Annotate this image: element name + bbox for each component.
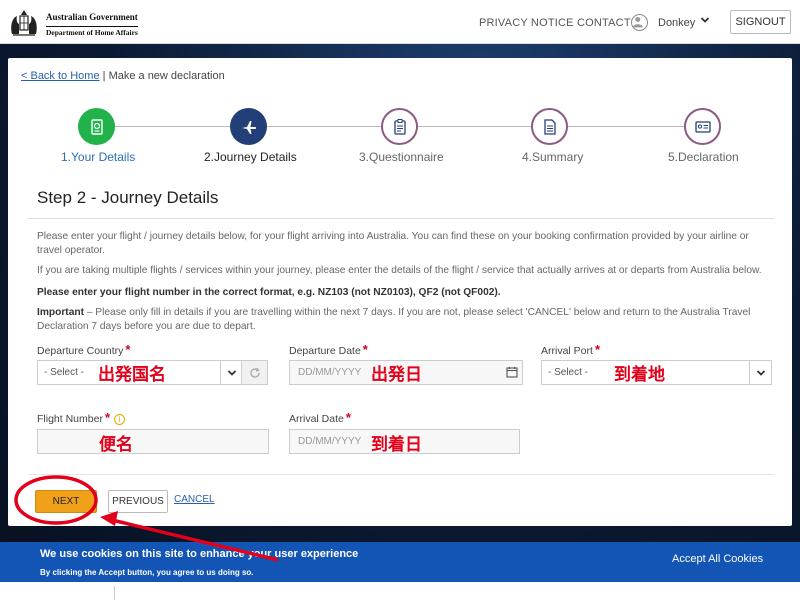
passport-icon	[90, 118, 103, 135]
title-divider	[28, 218, 774, 219]
step-4-label: 4.Summary	[522, 150, 584, 164]
chevron-down-icon	[227, 369, 236, 376]
annotation-departure-date: 出発日	[371, 365, 422, 384]
departure-date-label: Departure Date *	[289, 342, 368, 357]
required-mark: *	[362, 342, 368, 357]
refresh-icon	[249, 367, 260, 378]
step-4-circle[interactable]	[531, 108, 568, 145]
required-mark: *	[345, 410, 351, 425]
contact-link[interactable]: CONTACT	[577, 17, 631, 29]
footer-strip	[0, 582, 800, 600]
step-5-circle[interactable]	[684, 108, 721, 145]
departure-country-label: Departure Country *	[37, 342, 130, 357]
back-to-home-link[interactable]: < Back to Home	[21, 70, 100, 82]
user-name[interactable]: Donkey	[658, 17, 695, 29]
previous-button[interactable]: PREVIOUS	[108, 490, 168, 513]
gov-name: Australian Government	[46, 12, 138, 22]
document-icon	[543, 118, 556, 135]
footer-divider	[114, 586, 115, 600]
flight-number-input[interactable]	[37, 429, 269, 454]
breadcrumb-separator: |	[99, 70, 109, 82]
step-1-label[interactable]: 1.Your Details	[61, 150, 135, 164]
page-title: Step 2 - Journey Details	[37, 188, 219, 207]
chevron-down-icon[interactable]	[700, 15, 710, 25]
privacy-notice-link[interactable]: PRIVACY NOTICE	[479, 17, 574, 29]
clipboard-icon	[393, 118, 406, 135]
important-paragraph: Important – Please only fill in details …	[37, 306, 772, 334]
site-header: Australian Government Department of Home…	[0, 0, 800, 44]
annotation-flight-number: 便名	[99, 435, 133, 454]
step-2-circle[interactable]	[230, 108, 267, 145]
id-card-icon	[694, 120, 711, 133]
cookie-subtitle: By clicking the Accept button, you agree…	[40, 568, 254, 577]
arrival-port-label-text: Arrival Port	[541, 345, 593, 357]
declaration-card: < Back to Home | Make a new declaration	[8, 58, 792, 526]
coat-of-arms-icon	[11, 10, 37, 36]
required-mark: *	[104, 410, 111, 425]
required-mark: *	[594, 342, 600, 357]
important-text: – Please only fill in details if you are…	[37, 307, 751, 332]
arrival-date-label-text: Arrival Date	[289, 413, 344, 425]
departure-date-label-text: Departure Date	[289, 345, 361, 357]
dept-name: Department of Home Affairs	[46, 26, 138, 37]
important-label: Important	[37, 307, 84, 318]
step-1-circle[interactable]	[78, 108, 115, 145]
user-avatar-icon[interactable]	[631, 14, 648, 31]
flight-number-label-text: Flight Number	[37, 413, 103, 425]
info-icon[interactable]: i	[114, 414, 126, 425]
annotation-arrival-port: 到着地	[614, 365, 665, 384]
departure-date-placeholder: DD/MM/YYYY	[298, 367, 362, 378]
step-2-label[interactable]: 2.Journey Details	[204, 150, 297, 164]
step-3-circle[interactable]	[381, 108, 418, 145]
cookie-title: We use cookies on this site to enhance y…	[40, 548, 359, 560]
arrival-date-placeholder: DD/MM/YYYY	[298, 436, 362, 447]
next-button[interactable]: NEXT	[35, 490, 97, 513]
cancel-link[interactable]: CANCEL	[174, 494, 215, 505]
step-5-label: 5.Declaration	[668, 150, 739, 164]
signout-button[interactable]: SIGNOUT	[730, 10, 791, 34]
flight-number-label: Flight Number * i	[37, 410, 126, 425]
breadcrumb: < Back to Home | Make a new declaration	[21, 70, 225, 82]
arrival-port-value: - Select -	[548, 367, 589, 378]
arrival-port-caret[interactable]	[749, 361, 771, 384]
departure-country-value: - Select -	[44, 367, 85, 378]
buttons-divider	[28, 474, 774, 475]
annotation-departure-country: 出発国名	[98, 365, 166, 384]
step-3-label: 3.Questionnaire	[359, 150, 444, 164]
arrival-date-label: Arrival Date *	[289, 410, 351, 425]
refresh-country-button[interactable]	[241, 360, 268, 385]
gov-logo[interactable]: Australian Government Department of Home…	[8, 8, 138, 38]
flight-format-paragraph: Please enter your flight number in the c…	[37, 287, 501, 298]
annotation-arrival-date: 到着日	[371, 435, 422, 454]
breadcrumb-current: Make a new declaration	[108, 70, 225, 82]
departure-country-label-text: Departure Country	[37, 345, 124, 357]
cookie-banner: We use cookies on this site to enhance y…	[0, 542, 800, 582]
required-mark: *	[125, 342, 131, 357]
intro-paragraph: Please enter your flight / journey detai…	[37, 231, 749, 256]
arrival-port-label: Arrival Port *	[541, 342, 600, 357]
accept-cookies-button[interactable]: Accept All Cookies	[672, 553, 763, 565]
multiple-flights-paragraph: If you are taking multiple flights / ser…	[37, 265, 762, 276]
airplane-icon	[241, 120, 256, 134]
calendar-icon[interactable]	[506, 366, 518, 378]
departure-country-caret[interactable]	[220, 361, 242, 384]
chevron-down-icon	[756, 369, 765, 376]
